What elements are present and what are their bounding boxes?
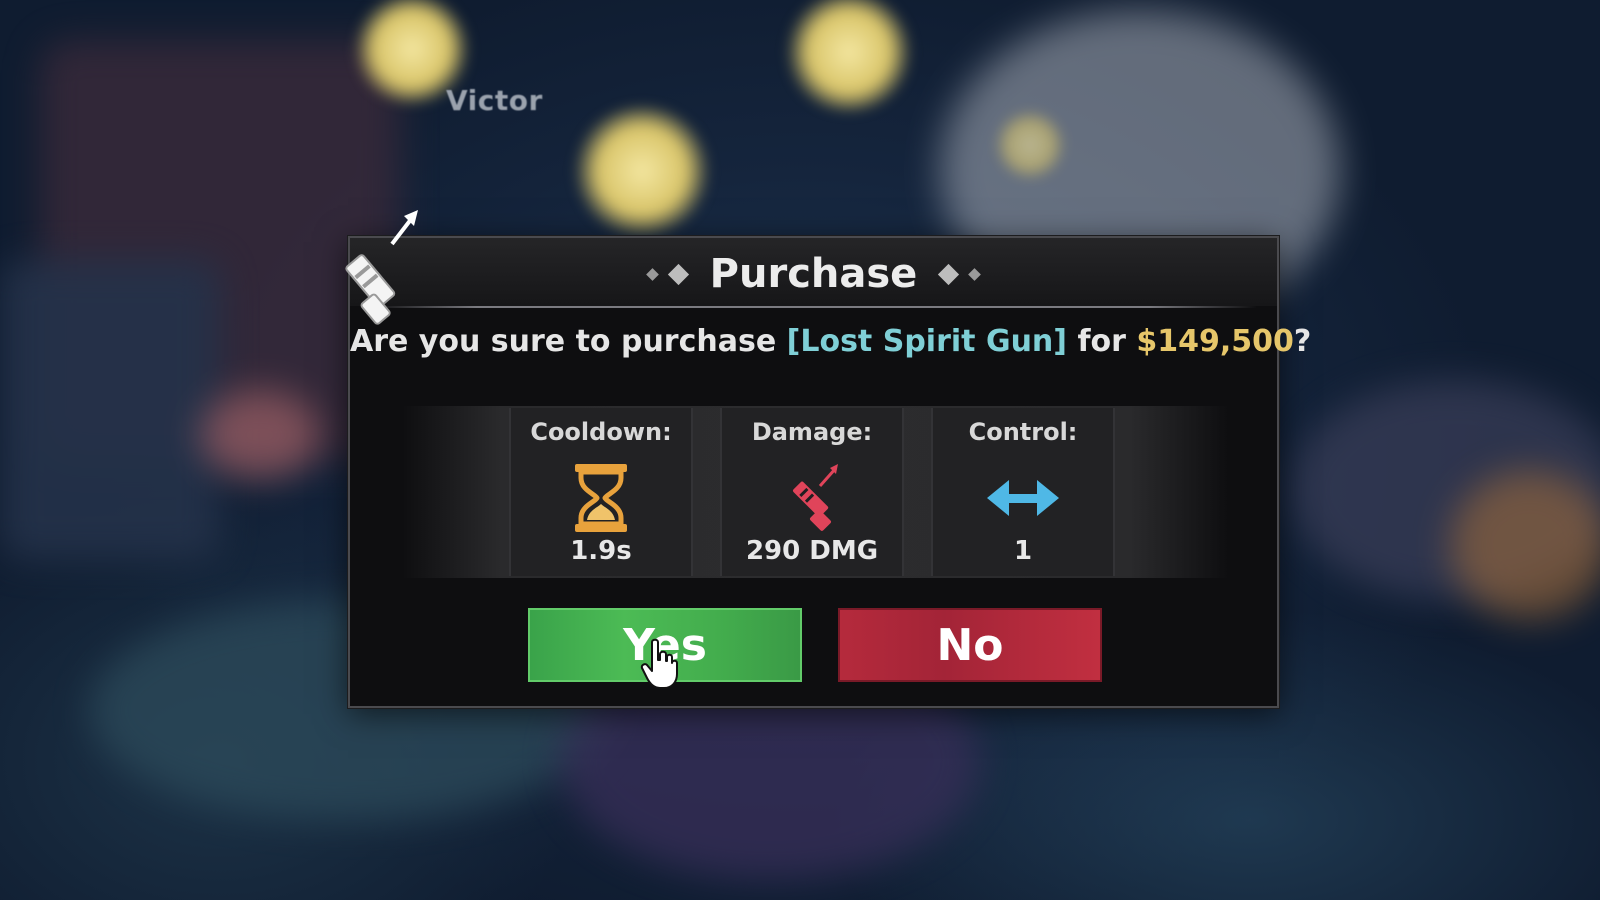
stat-label: Cooldown:	[530, 418, 672, 446]
stat-label: Control:	[968, 418, 1078, 446]
purchase-confirmation-message: Are you sure to purchase [Lost Spirit Gu…	[350, 324, 1311, 359]
diamond-ornament-icon	[667, 263, 689, 285]
stat-card-cooldown: Cooldown: 1.9s	[509, 408, 693, 576]
background-pink-cushion	[200, 390, 320, 480]
dialog-title-row: Purchase	[350, 244, 1277, 304]
stat-card-control: Control: 1	[931, 408, 1115, 576]
background-crate	[1450, 470, 1600, 620]
lamp-light	[784, 0, 914, 112]
hand-cursor-icon	[640, 638, 680, 690]
message-prefix: Are you sure to purchase	[350, 324, 787, 359]
dialog-title: Purchase	[709, 251, 918, 297]
background-wall	[0, 260, 220, 560]
stat-value: 1.9s	[570, 536, 632, 566]
weapon-badge-icon	[330, 196, 430, 326]
purchase-dialog: Purchase Are you sure to purchase [Lost …	[348, 236, 1311, 708]
diamond-ornament-icon	[938, 263, 960, 285]
double-arrow-icon	[983, 458, 1063, 538]
gun-icon	[772, 458, 852, 538]
npc-name-label: Victor	[446, 84, 543, 117]
no-button[interactable]: No	[838, 608, 1102, 682]
lamp-light	[572, 106, 712, 236]
stat-value: 1	[1013, 536, 1033, 566]
item-name: [Lost Spirit Gun]	[786, 324, 1067, 359]
stat-label: Damage:	[751, 418, 873, 446]
stat-value: 290 DMG	[745, 536, 879, 566]
stat-card-damage: Damage: 290 DMG	[720, 408, 904, 576]
message-middle: for	[1067, 324, 1137, 359]
diamond-ornament-icon	[645, 267, 659, 281]
item-price: $149,500	[1136, 324, 1294, 359]
game-scene: Victor Purchase Are you sure to purchase…	[0, 0, 1600, 900]
header-divider	[370, 306, 1257, 308]
message-suffix: ?	[1293, 324, 1312, 359]
diamond-ornament-icon	[968, 267, 982, 281]
hourglass-icon	[561, 458, 641, 538]
lamp-light	[995, 110, 1065, 180]
